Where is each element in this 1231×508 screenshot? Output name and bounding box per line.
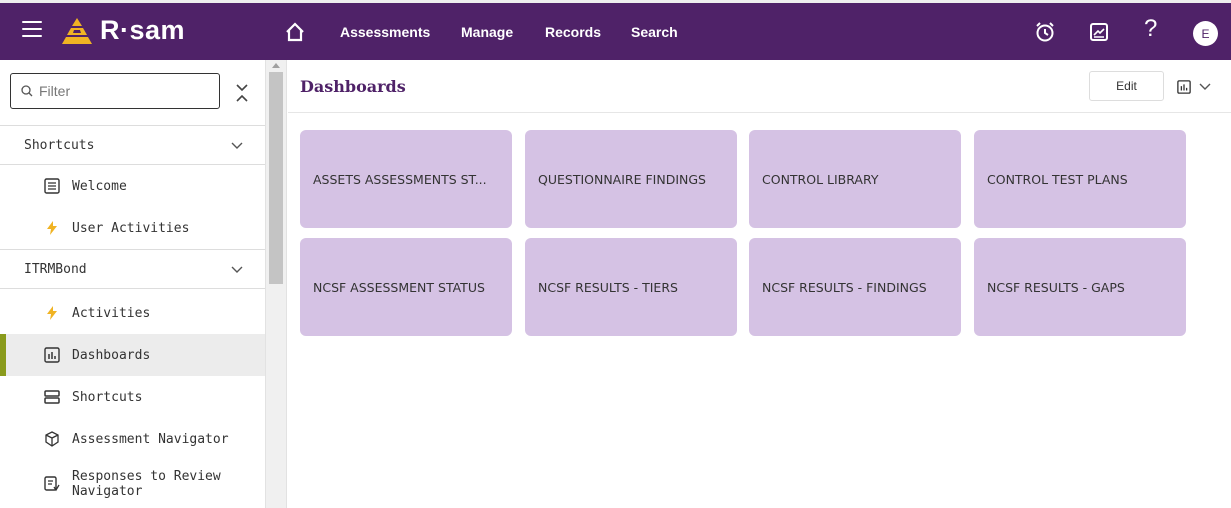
sidebar-scrollbar[interactable] [265, 60, 287, 508]
review-icon [44, 476, 60, 492]
sidebar-item-label: User Activities [72, 220, 190, 236]
sidebar-item-label: Assessment Navigator [72, 431, 229, 447]
sidebar-item-label: Responses to Review Navigator [72, 469, 221, 499]
sidebar-item-dashboards[interactable]: Dashboards [0, 334, 265, 376]
section-itrmbond[interactable]: ITRMBond [0, 249, 265, 289]
chevron-down-icon [1199, 83, 1211, 90]
sidebar-item-shortcuts[interactable]: Shortcuts [0, 376, 265, 418]
sidebar-item-label: Activities [72, 305, 151, 321]
logo-text: R·sam [100, 15, 186, 45]
cube-icon [45, 431, 59, 447]
view-selector-button[interactable] [1177, 77, 1225, 97]
sidebar-item-label: Dashboards [72, 347, 151, 363]
main-header: Dashboards Edit [288, 60, 1231, 113]
alarm-clock-icon[interactable] [1033, 20, 1057, 44]
nav-records[interactable]: Records [545, 24, 601, 40]
report-icon[interactable] [1087, 20, 1111, 44]
nav-search[interactable]: Search [631, 24, 678, 40]
top-navigation-bar: R·sam Assessments Manage Records Search … [0, 0, 1231, 60]
list-icon [44, 178, 60, 194]
sidebar-item-responses-to-review[interactable]: Responses to Review Navigator [0, 461, 265, 507]
page-title: Dashboards [300, 77, 406, 96]
logo-icon [62, 17, 92, 44]
sidebar-item-activities[interactable]: Activities [0, 292, 265, 334]
chart-icon [44, 347, 60, 363]
sidebar-item-welcome[interactable]: Welcome [0, 165, 265, 207]
sidebar-item-label: Welcome [72, 178, 127, 194]
dashboard-tile[interactable]: NCSF ASSESSMENT STATUS [300, 238, 512, 336]
chart-icon [1177, 80, 1191, 94]
menu-icon[interactable] [22, 21, 42, 39]
lightning-icon [47, 221, 57, 235]
dashboard-tile[interactable]: NCSF RESULTS - TIERS [525, 238, 737, 336]
chevron-down-icon [231, 142, 243, 149]
lightning-icon [47, 306, 57, 320]
sidebar-item-user-activities[interactable]: User Activities [0, 207, 265, 249]
section-shortcuts[interactable]: Shortcuts [0, 125, 265, 165]
dashboard-tile[interactable]: NCSF RESULTS - GAPS [974, 238, 1186, 336]
dashboard-tile[interactable]: ASSETS ASSESSMENTS ST... [300, 130, 512, 228]
app-logo[interactable]: R·sam [60, 15, 185, 46]
sidebar: Shortcuts Welcome User Activities ITRMBo… [0, 60, 265, 508]
filter-input[interactable] [39, 83, 209, 99]
shortcuts-icon [44, 390, 60, 404]
sidebar-item-assessment-navigator[interactable]: Assessment Navigator [0, 418, 265, 460]
help-icon[interactable]: ? [1144, 15, 1157, 43]
filter-box [10, 73, 220, 109]
collapse-all-icon[interactable] [235, 82, 249, 104]
nav-manage[interactable]: Manage [461, 24, 513, 40]
dashboard-tile[interactable]: QUESTIONNAIRE FINDINGS [525, 130, 737, 228]
dashboard-tile[interactable]: CONTROL LIBRARY [749, 130, 961, 228]
scroll-up-arrow-icon[interactable] [272, 63, 280, 68]
home-icon[interactable] [284, 21, 306, 43]
section-label: Shortcuts [24, 137, 95, 153]
scroll-thumb[interactable] [269, 72, 283, 284]
avatar[interactable]: E [1193, 21, 1218, 46]
chevron-down-icon [231, 266, 243, 273]
nav-assessments[interactable]: Assessments [340, 24, 430, 40]
search-icon [21, 85, 33, 97]
sidebar-item-label: Shortcuts [72, 389, 143, 405]
dashboard-tile[interactable]: CONTROL TEST PLANS [974, 130, 1186, 228]
section-label: ITRMBond [24, 261, 87, 277]
dashboard-tile[interactable]: NCSF RESULTS - FINDINGS [749, 238, 961, 336]
edit-button[interactable]: Edit [1089, 71, 1164, 101]
